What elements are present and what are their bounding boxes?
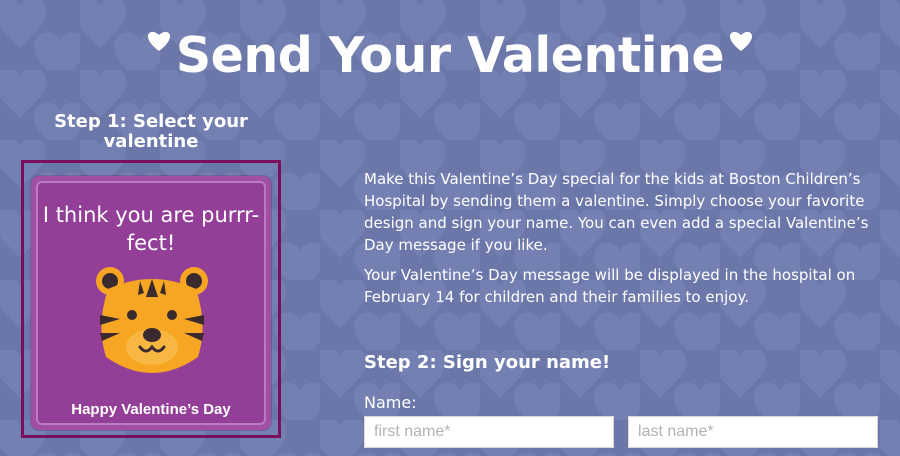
description-paragraph: Your Valentine’s Day message will be dis… [364,266,856,306]
step1-heading: Step 1: Select your valentine [54,111,248,152]
valentine-card: I think you are purrr-fect! Happy Valent… [31,176,271,430]
last-name-input[interactable] [628,416,878,448]
valentine-card-face: I think you are purrr-fect! Happy Valent… [36,181,266,425]
page-title-text: Send Your Valentine [175,27,725,84]
valentine-card-option[interactable]: I think you are purrr-fect! Happy Valent… [21,160,281,438]
page-title: Send Your Valentine [0,24,900,88]
first-name-input[interactable] [364,416,614,448]
description-paragraph: Make this Valentine’s Day special for th… [364,170,869,254]
card-greeting: Happy Valentine’s Day [71,401,231,418]
description: Make this Valentine’s Day special for th… [364,168,884,316]
step2-heading: Step 2: Sign your name! [364,352,611,373]
card-message: I think you are purrr-fect! [42,203,260,255]
name-label: Name: [364,393,417,412]
heart-icon [147,31,170,51]
heart-icon [730,31,753,51]
tiger-face-icon [96,267,208,373]
